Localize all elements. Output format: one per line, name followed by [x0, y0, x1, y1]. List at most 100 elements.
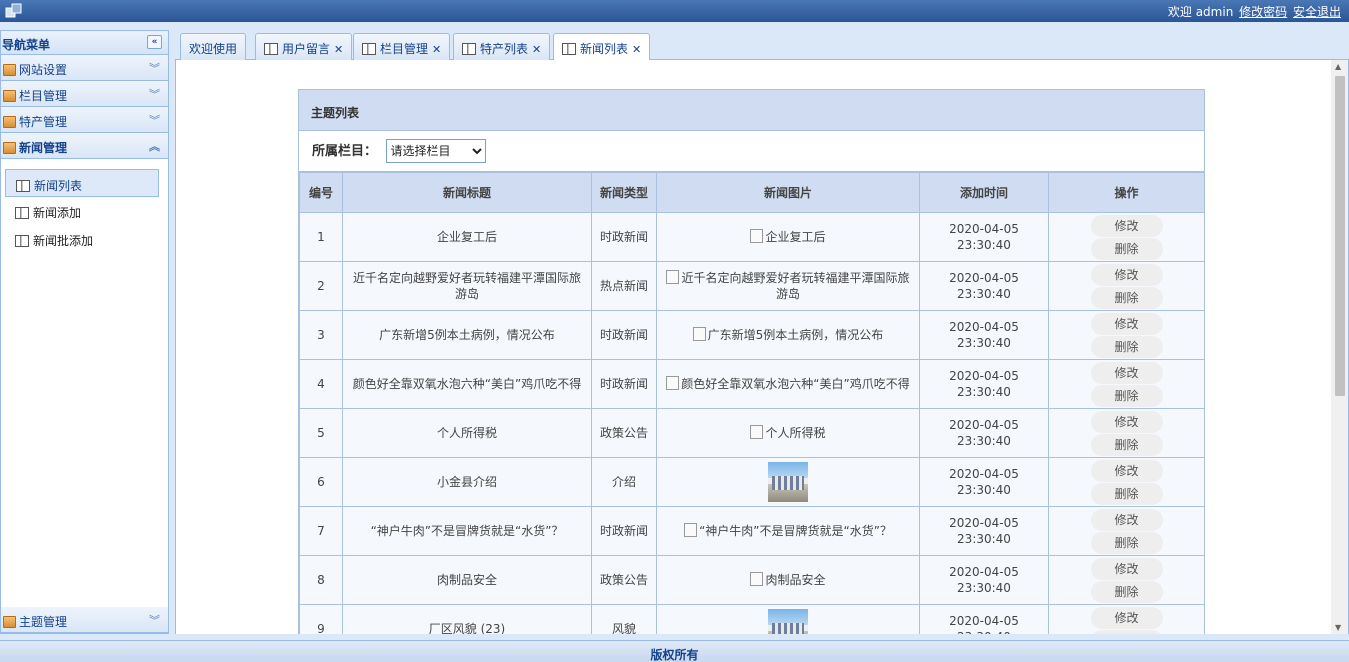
table-row: 8 肉制品安全 政策公告 肉制品安全 2020-04-05 23:30:40 修… — [299, 555, 1205, 605]
top-bar: 欢迎 admin 修改密码 安全退出 — [0, 0, 1349, 22]
edit-button[interactable]: 修改 — [1090, 606, 1163, 629]
collapse-sidebar-icon[interactable]: « — [147, 35, 162, 49]
delete-button[interactable]: 删除 — [1090, 629, 1163, 634]
cell-actions: 修改删除 — [1048, 604, 1205, 634]
welcome-area: 欢迎 admin 修改密码 安全退出 — [1168, 3, 1341, 20]
edit-button[interactable]: 修改 — [1090, 557, 1163, 580]
cell-id: 8 — [299, 555, 343, 605]
table-row: 4 颜色好全靠双氧水泡六种“美白”鸡爪吃不得 时政新闻 颜色好全靠双氧水泡六种“… — [299, 359, 1205, 409]
close-icon[interactable]: ✕ — [334, 43, 343, 56]
broken-image-icon: 颜色好全靠双氧水泡六种“美白”鸡爪吃不得 — [666, 376, 909, 392]
sidebar-item-news-list[interactable]: 新闻列表 — [5, 169, 159, 197]
delete-button[interactable]: 删除 — [1090, 384, 1163, 407]
cell-type: 政策公告 — [591, 555, 657, 605]
edit-button[interactable]: 修改 — [1090, 459, 1163, 482]
sidebar-group-site-settings[interactable]: 网站设置 ︾ — [1, 55, 168, 81]
sidebar-group-news-mgmt[interactable]: 新闻管理 ︽ — [1, 133, 168, 159]
chevron-up-icon[interactable]: ︽ — [149, 138, 160, 154]
broken-image-icon: 企业复工后 — [750, 229, 825, 245]
tab-label: 栏目管理 — [380, 42, 429, 56]
building-photo — [768, 609, 808, 634]
header-type: 新闻类型 — [591, 172, 657, 213]
edit-button[interactable]: 修改 — [1090, 214, 1163, 237]
tab-welcome[interactable]: 欢迎使用 — [180, 33, 247, 60]
delete-button[interactable]: 删除 — [1090, 286, 1163, 309]
cell-id: 7 — [299, 506, 343, 556]
app-logo-icon — [5, 3, 22, 18]
sidebar-item-news-batch-add[interactable]: 新闻批添加 — [5, 225, 159, 253]
cell-type: 介绍 — [591, 457, 657, 507]
table-row: 9 厂区风貌 (23) 风貌 2020-04-05 23:30:40 修改删除 — [299, 604, 1205, 634]
cell-type: 热点新闻 — [591, 261, 657, 311]
tab-specialty-list[interactable]: 特产列表 ✕ — [453, 33, 551, 60]
tab-user-messages[interactable]: 用户留言 ✕ — [255, 33, 353, 60]
sidebar-group-label: 主题管理 — [19, 615, 68, 629]
cell-time: 2020-04-05 23:30:40 — [919, 212, 1049, 262]
scroll-thumb[interactable] — [1335, 76, 1345, 396]
close-icon[interactable]: ✕ — [532, 43, 541, 56]
cell-time: 2020-04-05 23:30:40 — [919, 506, 1049, 556]
cell-actions: 修改删除 — [1048, 408, 1205, 458]
change-password-link[interactable]: 修改密码 — [1239, 5, 1287, 19]
edit-button[interactable]: 修改 — [1090, 361, 1163, 384]
logout-link[interactable]: 安全退出 — [1293, 5, 1341, 19]
delete-button[interactable]: 删除 — [1090, 335, 1163, 358]
page-icon — [362, 43, 376, 55]
page-icon — [264, 43, 278, 55]
delete-button[interactable]: 删除 — [1090, 580, 1163, 603]
cell-image: “神户牛肉”不是冒牌货就是“水货”？ — [656, 506, 920, 556]
sidebar-title-text: 导航菜单 — [2, 38, 51, 52]
header-actions: 操作 — [1048, 172, 1205, 213]
scroll-down-icon[interactable]: ▼ — [1335, 623, 1341, 632]
close-icon[interactable]: ✕ — [432, 43, 441, 56]
close-icon[interactable]: ✕ — [632, 43, 641, 56]
tab-column-mgmt[interactable]: 栏目管理 ✕ — [353, 33, 451, 60]
broken-image-icon: 近千名定向越野爱好者玩转福建平潭国际旅游岛 — [663, 270, 913, 302]
cell-time: 2020-04-05 23:30:40 — [919, 604, 1049, 634]
edit-button[interactable]: 修改 — [1090, 508, 1163, 531]
cell-time: 2020-04-05 23:30:40 — [919, 555, 1049, 605]
tab-label: 特产列表 — [480, 42, 529, 56]
scroll-up-icon[interactable]: ▲ — [1335, 62, 1341, 71]
sidebar-item-news-add[interactable]: 新闻添加 — [5, 197, 159, 225]
sidebar-group-topic-mgmt[interactable]: 主题管理 ︾ — [1, 607, 168, 633]
chevron-down-icon[interactable]: ︾ — [149, 112, 160, 128]
cell-image: 近千名定向越野爱好者玩转福建平潭国际旅游岛 — [656, 261, 920, 311]
cell-time: 2020-04-05 23:30:40 — [919, 310, 1049, 360]
cell-title: 近千名定向越野爱好者玩转福建平潭国际旅游岛 — [342, 261, 592, 311]
news-table: 编号 新闻标题 新闻类型 新闻图片 添加时间 操作 1 企业复工后 时政新闻 企… — [299, 172, 1205, 634]
broken-image-icon: 个人所得税 — [750, 425, 825, 441]
chevron-down-icon[interactable]: ︾ — [149, 86, 160, 102]
chevron-down-icon[interactable]: ︾ — [149, 612, 160, 628]
delete-button[interactable]: 删除 — [1090, 237, 1163, 260]
edit-button[interactable]: 修改 — [1090, 410, 1163, 433]
sidebar-group-column-mgmt[interactable]: 栏目管理 ︾ — [1, 81, 168, 107]
filter-label: 所属栏目： — [312, 144, 378, 159]
cell-actions: 修改删除 — [1048, 261, 1205, 311]
edit-button[interactable]: 修改 — [1090, 312, 1163, 335]
filter-row: 所属栏目： 请选择栏目 — [299, 131, 1204, 172]
table-row: 3 广东新增5例本土病例，情况公布 时政新闻 广东新增5例本土病例，情况公布 2… — [299, 310, 1205, 360]
table-row: 6 小金县介绍 介绍 2020-04-05 23:30:40 修改 删除 — [299, 457, 1205, 507]
broken-image-icon: “神户牛肉”不是冒牌货就是“水货”？ — [684, 523, 892, 539]
tab-news-list[interactable]: 新闻列表 ✕ — [553, 33, 651, 61]
cell-type: 时政新闻 — [591, 310, 657, 360]
column-select[interactable]: 请选择栏目 — [385, 139, 486, 163]
folder-icon — [3, 616, 16, 628]
sidebar-group-specialty-mgmt[interactable]: 特产管理 ︾ — [1, 107, 168, 133]
sidebar-item-label: 新闻批添加 — [33, 234, 94, 248]
delete-button[interactable]: 删除 — [1090, 433, 1163, 456]
delete-button[interactable]: 删除 — [1090, 482, 1163, 505]
sidebar: 导航菜单 « 网站设置 ︾ 栏目管理 ︾ 特产管理 ︾ 新闻管理 ︽ 新闻列表 … — [0, 30, 169, 634]
delete-button[interactable]: 删除 — [1090, 531, 1163, 554]
header-title: 新闻标题 — [342, 172, 592, 213]
vertical-scrollbar[interactable]: ▲ ▼ — [1331, 60, 1348, 634]
chevron-down-icon[interactable]: ︾ — [149, 60, 160, 76]
tab-label: 欢迎使用 — [189, 42, 238, 56]
header-id: 编号 — [299, 172, 343, 213]
folder-icon — [3, 116, 16, 128]
panel-title: 主题列表 — [299, 90, 1204, 131]
sidebar-items: 新闻列表 新闻添加 新闻批添加 — [1, 159, 168, 253]
topic-list-panel: 主题列表 所属栏目： 请选择栏目 编号 新闻标题 新闻类型 新闻图片 添加时间 … — [298, 89, 1205, 634]
edit-button[interactable]: 修改 — [1090, 263, 1163, 286]
